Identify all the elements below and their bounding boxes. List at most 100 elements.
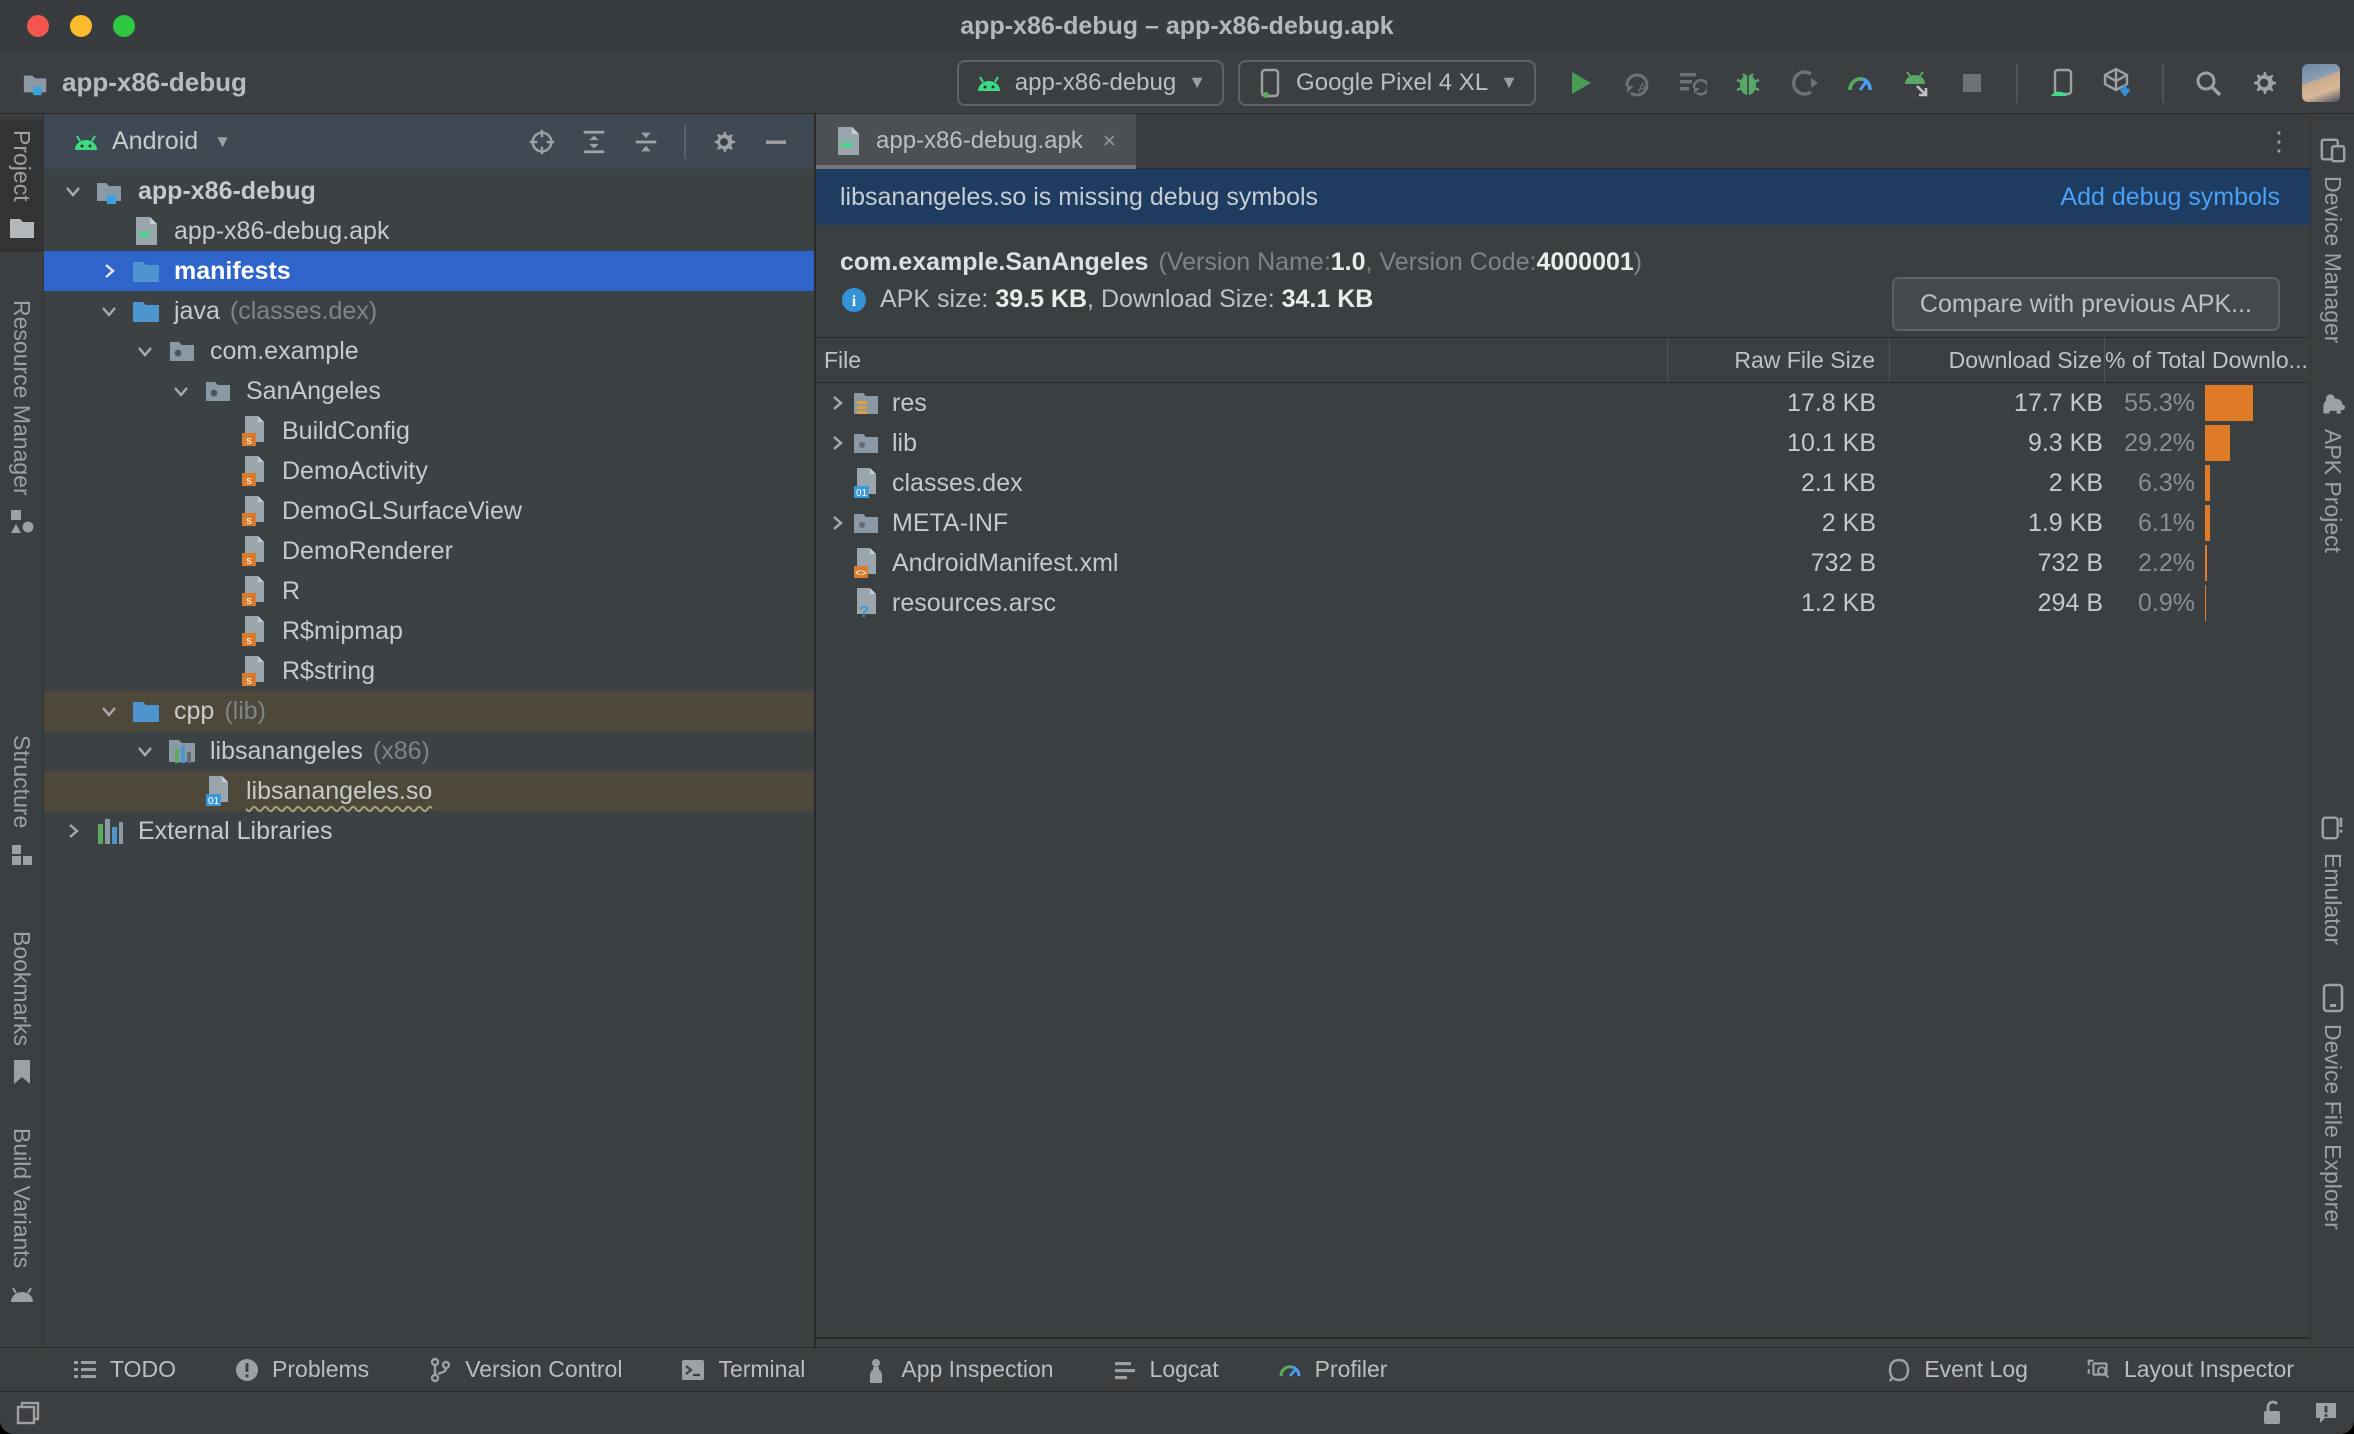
chevron-right-icon[interactable] [60,818,86,844]
panel-options-button[interactable] [710,128,738,156]
apk-size: 39.5 KB [995,285,1088,313]
vcs-branch-icon [427,1357,453,1383]
editor-options-icon[interactable]: ⋮ [2266,126,2292,157]
profile-app-button[interactable] [1786,65,1822,101]
column-percent-of-total[interactable]: % of Total Downlo... [2105,338,2310,382]
column-download-size[interactable]: Download Size [1890,338,2105,382]
table-row-androidmanifest-xml[interactable]: <> AndroidManifest.xml 732 B 732 B 2.2% [816,543,2310,583]
attach-debugger-button[interactable] [1898,65,1934,101]
tree-item-external-libraries[interactable]: External Libraries [44,811,814,851]
table-row-res[interactable]: res 17.8 KB 17.7 KB 55.3% [816,383,2310,423]
tool-button-app-inspection[interactable]: App Inspection [863,1356,1054,1383]
tree-item-demorenderer[interactable]: s DemoRenderer [44,531,814,571]
device-mirroring-button[interactable] [2044,65,2080,101]
column-file[interactable]: File [816,338,1668,382]
tree-item-r-mipmap[interactable]: s R$mipmap [44,611,814,651]
table-row-lib[interactable]: lib 10.1 KB 9.3 KB 29.2% [816,423,2310,463]
chevron-right-icon[interactable] [824,392,850,414]
tree-item-label: DemoRenderer [282,536,453,565]
column-raw-file-size[interactable]: Raw File Size [1668,338,1890,382]
tool-button-version-control[interactable]: Version Control [427,1356,622,1383]
device-select[interactable]: Google Pixel 4 XL ▼ [1238,59,1536,106]
tool-button-profiler[interactable]: Profiler [1277,1356,1387,1383]
chevron-right-icon[interactable] [824,512,850,534]
notifications-icon[interactable] [2312,1399,2340,1427]
tree-item-sanangeles[interactable]: SanAngeles [44,371,814,411]
chevron-down-icon[interactable] [96,698,122,724]
debug-button[interactable] [1730,65,1766,101]
hide-tool-windows-icon[interactable] [14,1399,42,1427]
tool-button-todo[interactable]: TODO [72,1356,176,1383]
compare-apk-button[interactable]: Compare with previous APK... [1891,277,2280,331]
tree-item-buildconfig[interactable]: s BuildConfig [44,411,814,451]
project-breadcrumb[interactable]: app-x86-debug [22,67,247,98]
close-tab-icon[interactable]: × [1103,128,1116,154]
tree-item-demoglsurfaceview[interactable]: s DemoGLSurfaceView [44,491,814,531]
sdk-manager-button[interactable] [2100,65,2136,101]
tree-item-manifests[interactable]: manifests [44,251,814,291]
chevron-down-icon[interactable] [60,178,86,204]
tool-button-problems[interactable]: Problems [234,1356,369,1383]
settings-button[interactable] [2246,65,2282,101]
tree-item-r-string[interactable]: s R$string [44,651,814,691]
tree-item-demoactivity[interactable]: s DemoActivity [44,451,814,491]
tool-button-layout-inspector[interactable]: Layout Inspector [2086,1356,2294,1383]
project-view-selector[interactable]: Android ▼ [72,127,231,156]
tree-item-libsanangeles-so[interactable]: 01 libsanangeles.so [44,771,814,811]
chevron-down-icon[interactable] [132,338,158,364]
chevron-down-icon[interactable] [96,298,122,324]
tree-item-java[interactable]: java (classes.dex) [44,291,814,331]
tool-button-bookmarks[interactable]: Bookmarks [0,921,44,1096]
user-avatar[interactable] [2302,63,2340,102]
table-row-classes-dex[interactable]: 01 classes.dex 2.1 KB 2 KB 6.3% [816,463,2310,503]
tool-button-apk-project[interactable]: APK Project [2311,379,2354,563]
tool-button-structure[interactable]: Structure [0,725,44,878]
tool-button-device-file-explorer[interactable]: Device File Explorer [2311,974,2354,1240]
chevron-right-icon[interactable] [824,432,850,454]
tool-button-terminal[interactable]: Terminal [680,1356,805,1383]
stop-button[interactable] [1954,65,1990,101]
add-debug-symbols-link[interactable]: Add debug symbols [2060,183,2280,212]
percent-bar [2205,384,2310,422]
tool-button-event-log[interactable]: Event Log [1886,1356,2028,1383]
chevron-down-icon: ▼ [1188,72,1207,92]
chevron-down-icon[interactable] [132,738,158,764]
tool-button-resource-manager[interactable]: Resource Manager [0,290,44,546]
tool-button-project[interactable]: Project [0,120,44,252]
tool-button-logcat[interactable]: Logcat [1112,1356,1219,1383]
hide-panel-button[interactable] [762,128,790,156]
tree-item-r[interactable]: sR [44,571,814,611]
select-opened-file-button[interactable] [528,128,556,156]
table-row-meta-inf[interactable]: META-INF 2 KB 1.9 KB 6.1% [816,503,2310,543]
tree-item-app-x86-debug[interactable]: app-x86-debug [44,171,814,211]
table-row-resources-arsc[interactable]: ? resources.arsc 1.2 KB 294 B 0.9% [816,583,2310,623]
raw-file-size: 2 KB [1821,508,1876,537]
tool-button-device-manager[interactable]: Device Manager [2311,126,2354,353]
tree-item-cpp[interactable]: cpp (lib) [44,691,814,731]
app-window: app-x86-debug – app-x86-debug.apk app-x8… [0,0,2354,1434]
tree-item-libsanangeles[interactable]: libsanangeles (x86) [44,731,814,771]
apply-code-changes-button[interactable] [1674,65,1710,101]
file-class-icon: s [238,576,270,607]
tool-button-build-variants[interactable]: Build Variants [0,1118,44,1318]
tree-item-label: External Libraries [138,816,333,845]
file-name: lib [892,428,918,457]
chevron-down-icon[interactable] [168,378,194,404]
profiler-button[interactable] [1842,65,1878,101]
percent-of-total: 29.2% [2124,428,2195,457]
run-configuration-select[interactable]: app-x86-debug ▼ [956,59,1225,106]
collapse-all-button[interactable] [632,128,660,156]
folder-module-icon [94,176,126,206]
tree-item-meta: (classes.dex) [229,296,378,325]
lock-open-icon[interactable] [2258,1399,2286,1427]
run-button[interactable] [1562,65,1598,101]
tool-button-emulator[interactable]: Emulator [2311,803,2354,955]
apply-changes-button[interactable]: A [1618,65,1654,101]
chevron-right-icon[interactable] [96,258,122,284]
expand-all-button[interactable] [580,128,608,156]
tree-item-com-example[interactable]: com.example [44,331,814,371]
tree-item-app-x86-debug-apk[interactable]: app-x86-debug.apk [44,211,814,251]
search-everywhere-button[interactable] [2190,65,2226,101]
tab-apk[interactable]: app-x86-debug.apk × [816,113,1136,169]
svg-text:s: s [246,595,252,607]
